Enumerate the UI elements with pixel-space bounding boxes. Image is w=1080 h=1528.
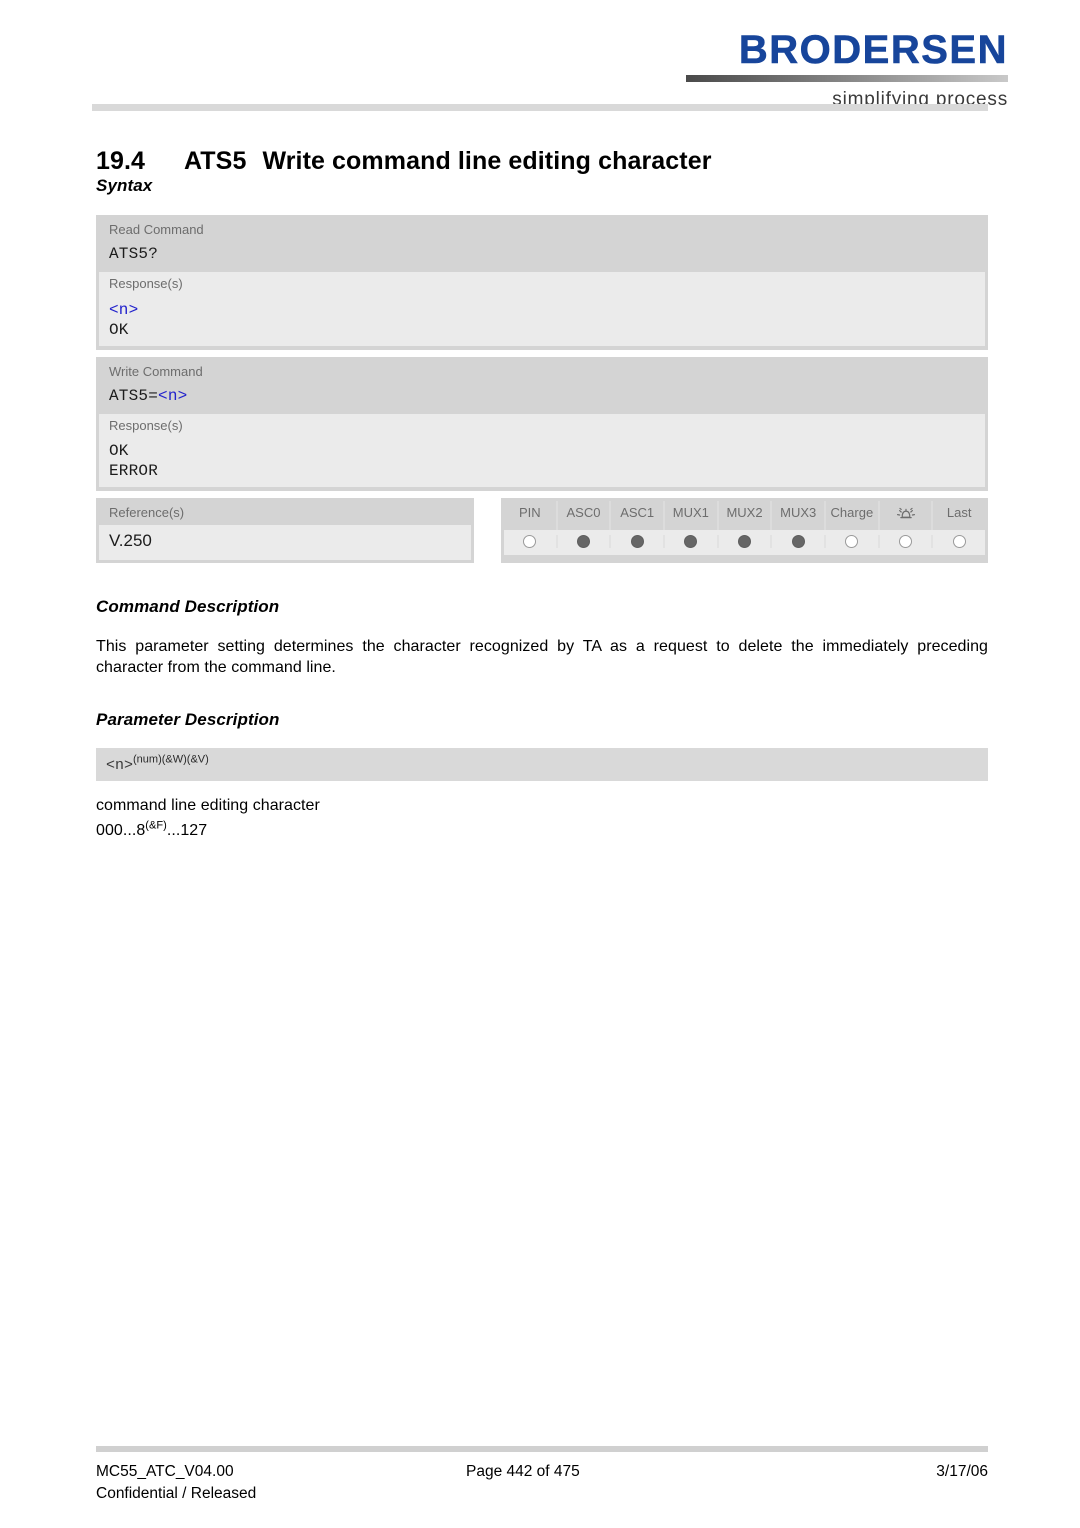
indicator-header-mux1: MUX1 <box>665 501 719 530</box>
response-section: Response(s) <n> OK <box>99 272 985 346</box>
indicator-dot-on <box>577 535 590 548</box>
indicator-dot-on <box>738 535 752 548</box>
response-label: Response(s) <box>109 276 183 292</box>
indicator-header-pin: PIN <box>504 501 558 530</box>
section-heading-command-description: Command Description <box>96 597 280 616</box>
command-syntax: ATS5=<n> <box>99 383 985 414</box>
footer-main-row: MC55_ATC_V04.00 Page 442 of 475 3/17/06 <box>96 1461 988 1482</box>
response-line: ERROR <box>109 462 159 480</box>
footer-page-number: Page 442 of 475 <box>466 1463 580 1480</box>
indicator-dot-off <box>845 535 859 548</box>
references-block: Reference(s) V.250 <box>96 498 474 563</box>
indicator-cell-mux2 <box>719 535 773 548</box>
indicator-cell-mux3 <box>772 535 827 548</box>
logo-wordmark: BRODERSEN <box>738 28 1008 72</box>
footer-date: 3/17/06 <box>936 1463 988 1480</box>
parameter-reference: <n> <box>158 386 188 405</box>
command-type-label: Write Command <box>109 363 203 379</box>
indicator-dot-off <box>523 535 537 548</box>
indicator-cell-asc0 <box>558 535 612 548</box>
command-description-paragraph: This parameter setting determines the ch… <box>96 638 988 677</box>
references-value: V.250 <box>99 525 471 560</box>
indicator-cell-last <box>933 535 985 548</box>
response-section: Response(s) OK ERROR <box>99 413 985 487</box>
parameter-value-range: 000...8(&F)...127 <box>96 819 988 844</box>
references-label: Reference(s) <box>109 505 185 520</box>
command-syntax-text: ATS5? <box>109 245 159 264</box>
references-and-indicators-row: Reference(s) V.250 PIN ASC0 ASC1 MUX1 MU… <box>96 498 988 563</box>
indicator-header-row: PIN ASC0 ASC1 MUX1 MUX2 MUX3 Charge Last <box>504 501 985 530</box>
availability-indicator-table: PIN ASC0 ASC1 MUX1 MUX2 MUX3 Charge Last <box>501 498 988 563</box>
command-type-label: Read Command <box>109 222 204 237</box>
indicator-dot-on <box>684 535 698 548</box>
indicator-cell-pin <box>504 535 558 548</box>
section-number: 19.4 <box>96 147 146 175</box>
syntax-table: Read Command ATS5? Response(s) <n> OK Wr… <box>96 215 988 563</box>
indicator-header-mux2: MUX2 <box>719 501 773 530</box>
indicator-dot-off <box>952 535 966 548</box>
indicator-header-asc0: ASC0 <box>558 501 612 530</box>
range-default-marker: (&F) <box>145 819 167 832</box>
range-prefix: 000...8 <box>96 822 146 840</box>
section-heading-parameter-description: Parameter Description <box>96 710 280 730</box>
indicator-header-mux3: MUX3 <box>772 501 827 530</box>
indicator-header-last: Last <box>946 505 972 520</box>
parameter-description-text: command line editing character <box>96 797 320 815</box>
indicator-header-asc1: ASC1 <box>611 501 666 530</box>
parameter-name-bar: <n>(num)(&W)(&V) <box>96 748 988 782</box>
indicator-cell-asc1 <box>611 535 666 548</box>
title-text: Write command line editing character <box>262 147 712 175</box>
response-line: OK <box>109 320 129 339</box>
indicator-value-row <box>504 530 985 555</box>
parameter-name: <n> <box>106 757 134 775</box>
document-page: BRODERSEN simplifying process 19.4 ATS5 Wr… <box>0 0 1080 1528</box>
header-divider <box>92 104 988 111</box>
footer-divider <box>96 1446 988 1452</box>
syntax-block-write-command: Write Command ATS5=<n> Response(s) OK ER… <box>96 356 988 491</box>
indicator-cell-mux1 <box>665 535 719 548</box>
command-name: ATS5 <box>184 147 247 175</box>
page-content: 19.4 ATS5 Write command line editing chara… <box>96 146 988 844</box>
response-label: Response(s) <box>109 417 183 433</box>
alarm-bell-icon <box>895 505 917 525</box>
indicator-dot-on <box>791 535 805 548</box>
range-suffix: ...127 <box>166 822 208 840</box>
command-syntax-text: ATS5= <box>109 386 159 405</box>
indicator-cell-alarm <box>880 535 934 548</box>
indicator-dot-on <box>630 535 644 548</box>
page-title: 19.4 ATS5 Write command line editing chara… <box>96 146 988 176</box>
page-footer: MC55_ATC_V04.00 Page 442 of 475 3/17/06 … <box>96 1461 988 1505</box>
response-line: <n> <box>99 296 985 320</box>
parameter-reference: <n> <box>109 300 139 319</box>
logo-rule <box>686 75 1008 82</box>
brodersen-logo: BRODERSEN simplifying process <box>678 30 1008 111</box>
section-heading-syntax: Syntax <box>96 176 153 195</box>
parameter-attributes: (num)(&W)(&V) <box>133 753 209 766</box>
response-line: OK <box>109 442 129 460</box>
indicator-header-alarm <box>880 501 934 530</box>
indicator-header-charge: Charge <box>826 501 880 530</box>
syntax-block-read-command: Read Command ATS5? Response(s) <n> OK <box>96 215 988 350</box>
parameter-details: command line editing character 000...8(&… <box>96 794 988 844</box>
indicator-cell-charge <box>826 535 880 548</box>
indicator-dot-off <box>899 535 913 548</box>
footer-document-id: MC55_ATC_V04.00 <box>96 1463 234 1480</box>
footer-confidentiality: Confidential / Released <box>96 1485 257 1503</box>
command-syntax: ATS5? <box>99 241 985 272</box>
